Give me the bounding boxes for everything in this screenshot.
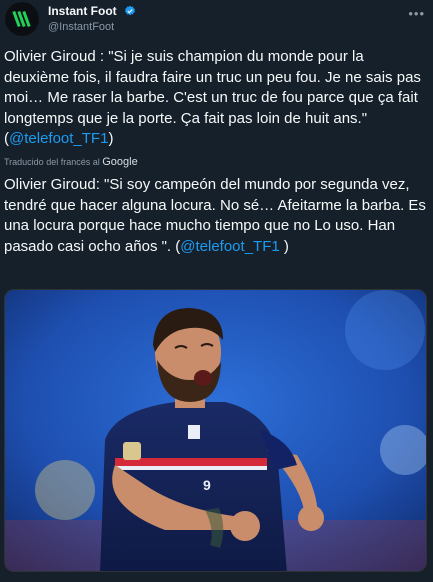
account-names: Instant Foot @InstantFoot <box>48 3 136 35</box>
photo-player-celebrating: 9 <box>5 290 426 571</box>
tweet-text-end: ) <box>108 130 114 147</box>
tweet-body: Olivier Giroud : "Si je suis champion du… <box>4 47 428 150</box>
soccer-ball-logo-icon <box>9 6 35 32</box>
translation-note: Traducido del francés al Google <box>4 156 138 168</box>
avatar[interactable] <box>5 2 39 36</box>
handle[interactable]: @InstantFoot <box>48 20 136 35</box>
display-name[interactable]: Instant Foot <box>48 4 117 18</box>
jersey-number: 9 <box>203 477 211 493</box>
translation-label: Traducido del francés al <box>4 157 100 167</box>
more-options-icon[interactable]: ••• <box>408 6 425 21</box>
google-logo[interactable]: Google <box>102 156 137 168</box>
mention-link[interactable]: @telefoot_TF1 <box>9 130 108 147</box>
verified-badge-icon <box>124 5 136 20</box>
translated-mention-link[interactable]: @telefoot_TF1 <box>180 238 279 255</box>
tweet-photo[interactable]: 9 <box>4 289 427 572</box>
translated-text-end: ) <box>279 237 289 255</box>
translated-body: Olivier Giroud: "Si soy campeón del mund… <box>4 175 428 257</box>
tweet-header: Instant Foot @InstantFoot ••• <box>0 0 433 40</box>
